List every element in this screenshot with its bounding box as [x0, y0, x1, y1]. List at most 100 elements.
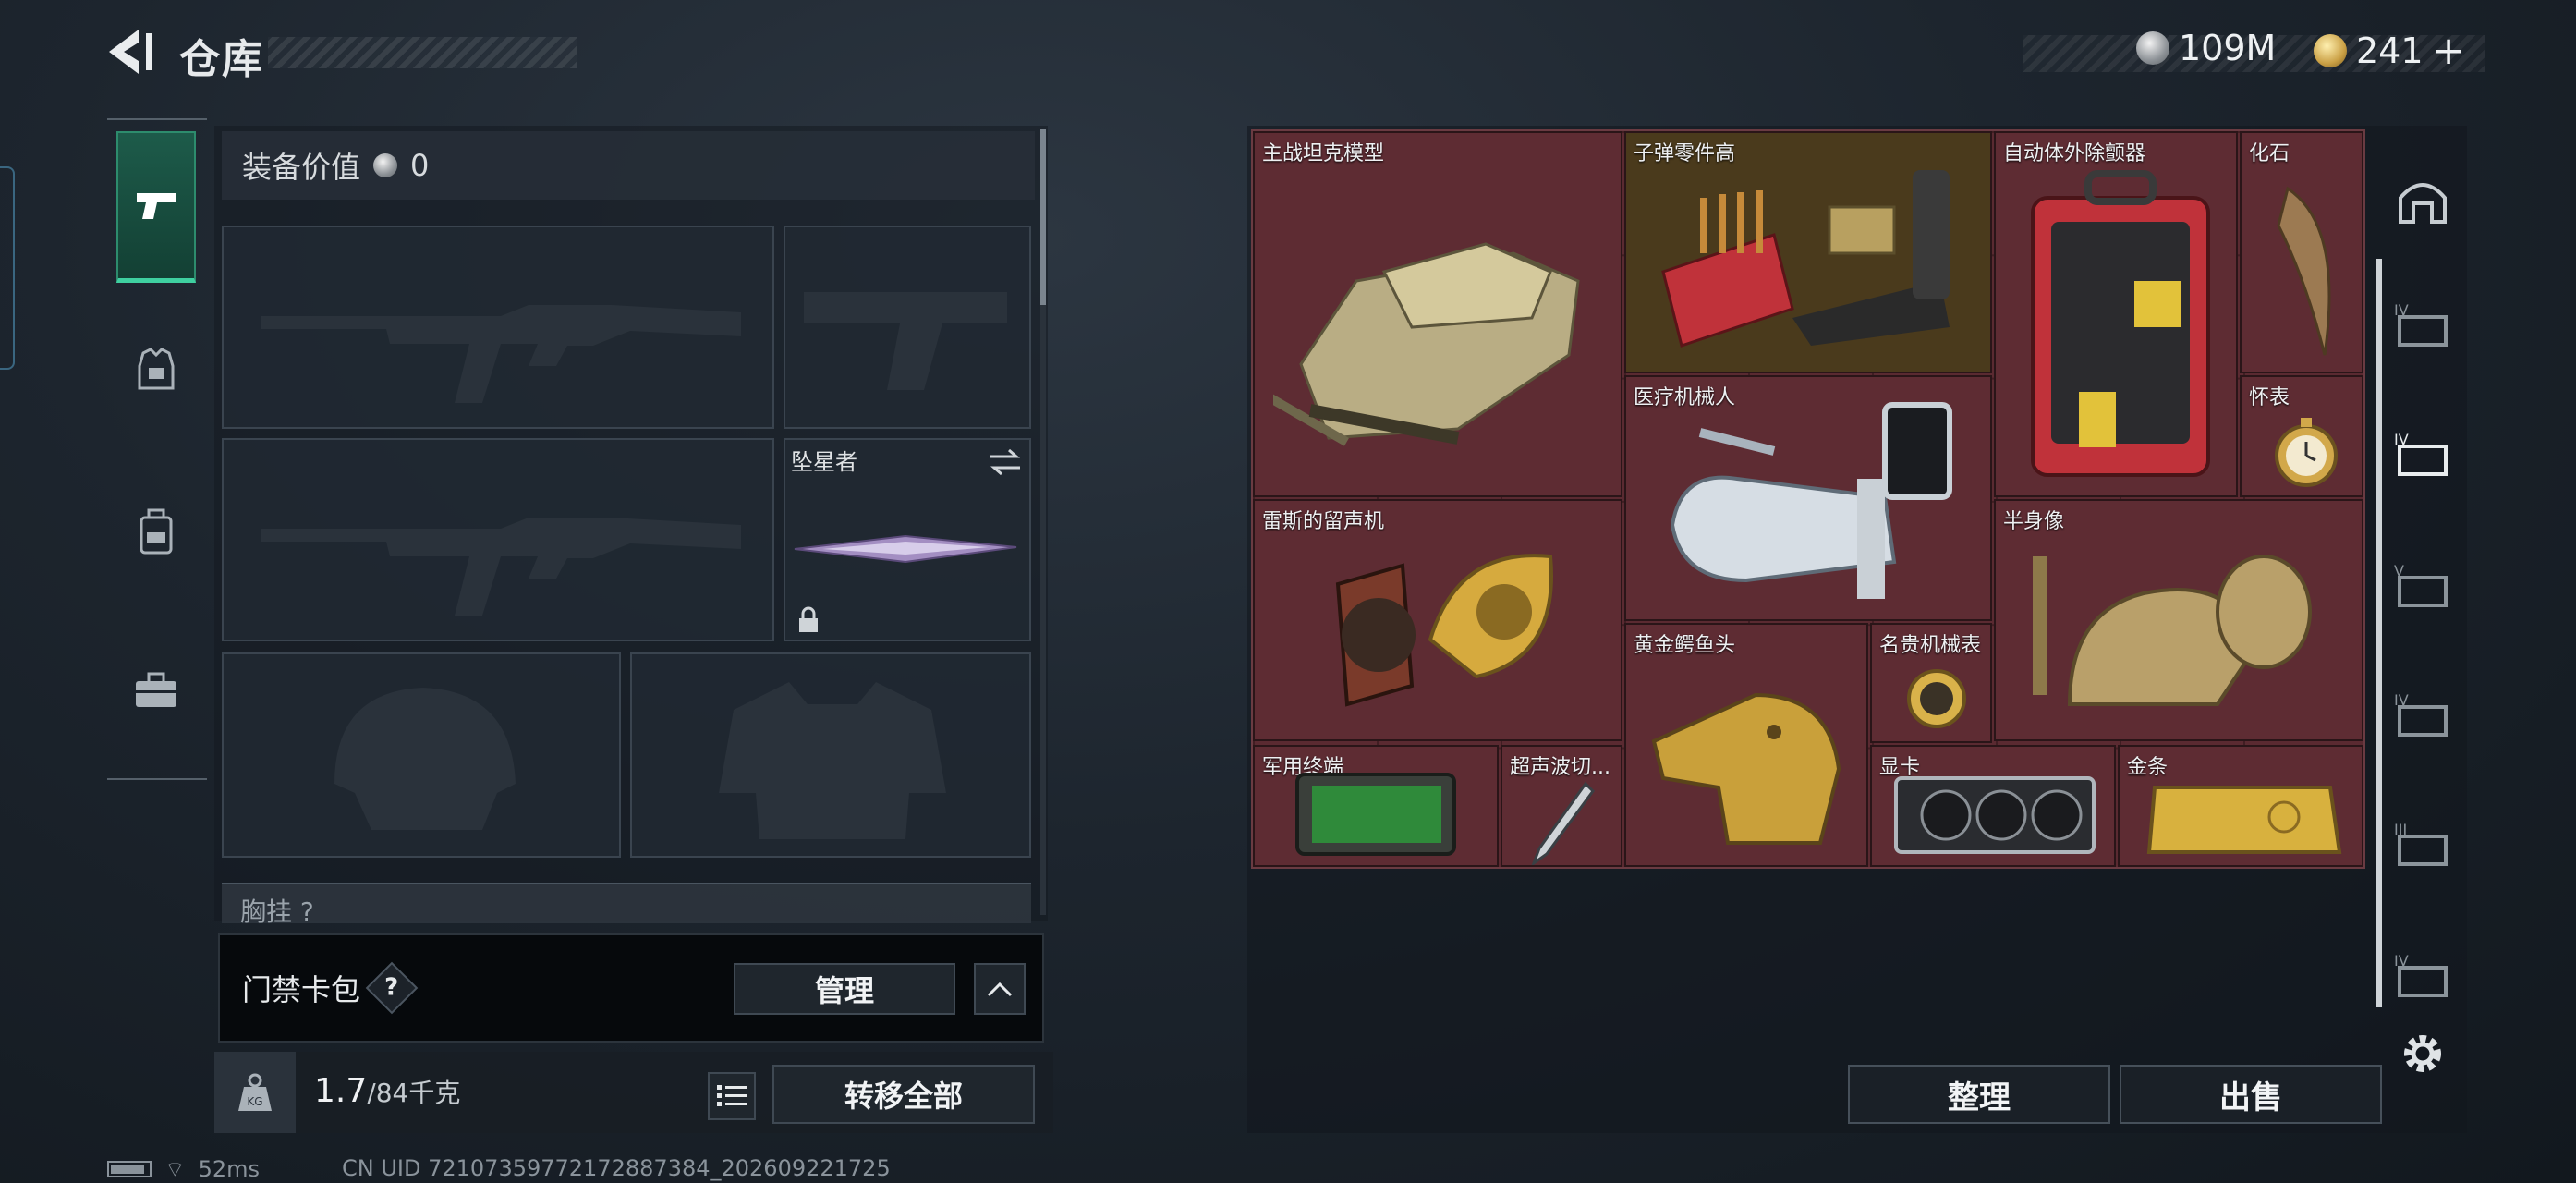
list-icon — [717, 1085, 747, 1106]
currency-gold[interactable]: 241 + — [2314, 28, 2465, 73]
graphics-card-icon — [1894, 776, 2096, 854]
briefcase-icon — [136, 672, 176, 707]
help-icon: ? — [384, 974, 399, 1002]
uid-text: CN UID 7210735977217288738​4_20260922172… — [342, 1155, 891, 1181]
primary-weapon-slot-2[interactable] — [222, 438, 774, 641]
storage-item[interactable]: 金条 — [2118, 745, 2363, 867]
nav-tab-case[interactable] — [116, 640, 196, 741]
nav-tab-backpack[interactable] — [116, 481, 196, 582]
storage-crate-icon: V — [2394, 562, 2448, 607]
storage-item[interactable]: 黄金鳄鱼头 — [1624, 623, 1868, 867]
storage-item[interactable]: 显卡 — [1870, 745, 2116, 867]
storage-tab-1[interactable]: IV — [2386, 268, 2460, 379]
storage-item[interactable]: 自动体外除颤器 — [1994, 131, 2238, 497]
weight-icon-box: KG — [214, 1052, 296, 1133]
equipment-scroll-thumb[interactable] — [1040, 129, 1046, 305]
armor-slot[interactable] — [630, 652, 1031, 858]
silver-amount: 109M — [2179, 28, 2277, 68]
rifle-silhouette-icon — [261, 518, 741, 616]
transfer-all-button[interactable]: 转移全部 — [772, 1065, 1035, 1124]
status-bar: ⌔ 52ms — [107, 1155, 260, 1183]
back-button[interactable] — [102, 24, 157, 79]
chest-rig-slot[interactable]: 胸挂 ? — [222, 883, 1031, 927]
gold-bar-icon — [2146, 786, 2342, 854]
item-name: 主战坦克模型 — [1262, 142, 1385, 165]
manage-button[interactable]: 管理 — [734, 963, 955, 1015]
pistol-silhouette-icon — [804, 292, 1007, 390]
melee-blade-icon — [794, 534, 1017, 564]
bust-statue-icon — [2033, 555, 2312, 706]
military-terminal-icon — [1295, 773, 1456, 856]
storage-crate-icon: IV — [2394, 301, 2448, 347]
nav-tab-weapons[interactable] — [116, 131, 196, 283]
gold-coin-icon — [2314, 33, 2347, 67]
item-name: 黄金鳄鱼头 — [1634, 634, 1736, 657]
vest-silhouette-icon — [719, 682, 946, 839]
storage-item[interactable]: 子弹零件高 — [1624, 131, 1992, 373]
keycard-help-button[interactable]: ? — [365, 961, 419, 1015]
page-title: 仓库 — [179, 36, 264, 83]
settings-button[interactable] — [2386, 1017, 2460, 1091]
item-name: 化石 — [2249, 142, 2290, 165]
storage-item[interactable]: 医疗机械人 — [1624, 375, 1992, 621]
gold-amount: 241 — [2356, 30, 2424, 71]
storage-item[interactable]: 名贵机械表 — [1870, 623, 1992, 743]
wristwatch-icon — [1907, 669, 1966, 728]
gramophone-icon — [1335, 554, 1553, 707]
storage-tab-5[interactable]: III — [2386, 787, 2460, 898]
chevron-up-icon — [987, 982, 1013, 997]
lock-icon — [799, 606, 818, 632]
nav-tab-armor[interactable] — [116, 319, 196, 421]
defibrillator-icon — [2031, 170, 2210, 477]
storage-tab-4[interactable]: IV — [2386, 658, 2460, 769]
storage-item[interactable]: 超声波切... — [1501, 745, 1622, 867]
storage-item[interactable]: 主战坦克模型 — [1253, 131, 1622, 497]
swap-icon[interactable] — [987, 447, 1024, 477]
pistol-icon — [137, 192, 176, 219]
storage-tab-3[interactable]: V — [2386, 529, 2460, 640]
storage-home-icon — [2399, 183, 2447, 224]
storage-item[interactable]: 化石 — [2240, 131, 2363, 373]
storage-crate-icon: IV — [2394, 952, 2448, 997]
storage-item[interactable]: 半身像 — [1994, 499, 2363, 741]
side-drawer-handle[interactable] — [0, 166, 15, 370]
silver-coin-icon — [373, 153, 398, 177]
list-view-button[interactable] — [708, 1072, 756, 1120]
collapse-button[interactable] — [974, 963, 1026, 1015]
melee-slot[interactable]: 坠星者 — [784, 438, 1031, 641]
keycard-label: 门禁卡包 — [242, 972, 361, 1007]
title-decoration — [268, 37, 577, 68]
ping-text: 52ms — [198, 1156, 260, 1182]
equipment-value-header: 装备价值 0 — [222, 131, 1035, 200]
helmet-slot[interactable] — [222, 652, 621, 858]
storage-tab-6[interactable]: IV — [2386, 919, 2460, 1030]
medical-robot-icon — [1670, 402, 1952, 599]
rifle-silhouette-icon — [261, 305, 741, 403]
carry-weight: 1.7/84千克 — [314, 1072, 460, 1110]
storage-item[interactable]: 雷斯的留声机 — [1253, 499, 1622, 741]
carry-weight-current: 1.7 — [314, 1072, 368, 1110]
carry-weight-max: /84千克 — [367, 1078, 461, 1108]
gold-add-icon[interactable]: + — [2433, 28, 2465, 73]
equipment-value: 0 — [410, 148, 430, 183]
storage-tab-2[interactable]: IV — [2386, 397, 2460, 508]
sidearm-slot[interactable] — [784, 226, 1031, 429]
tank-model-icon — [1273, 242, 1580, 446]
storage-scrollbar[interactable] — [2376, 259, 2382, 1007]
silver-coin-icon — [2136, 31, 2169, 65]
sell-button[interactable]: 出售 — [2120, 1065, 2382, 1124]
storage-item[interactable]: 军用终端 — [1253, 745, 1499, 867]
battery-icon — [107, 1161, 152, 1177]
storage-item[interactable]: 怀表 — [2240, 375, 2363, 497]
armor-vest-icon — [138, 348, 175, 390]
helmet-silhouette-icon — [334, 688, 516, 830]
weight-kg-icon: KG — [238, 1073, 272, 1111]
primary-weapon-slot-1[interactable] — [222, 226, 774, 429]
golden-crocodile-head-icon — [1651, 692, 1841, 845]
backpack-icon — [140, 508, 173, 555]
arrange-button[interactable]: 整理 — [1848, 1065, 2110, 1124]
storage-home-tab[interactable] — [2386, 144, 2460, 255]
item-name: 自动体外除颤器 — [2003, 142, 2146, 165]
pocket-watch-icon — [2275, 418, 2338, 487]
svg-text:KG: KG — [247, 1095, 262, 1108]
